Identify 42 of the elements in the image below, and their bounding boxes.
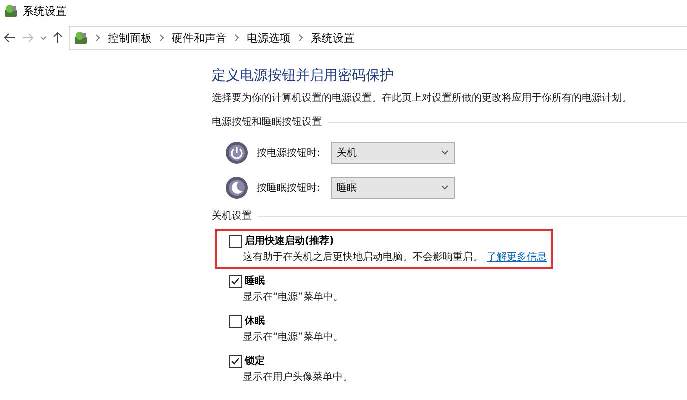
breadcrumb-item[interactable]: 硬件和声音	[172, 30, 227, 46]
chevron-down-icon	[441, 185, 449, 190]
checkbox[interactable]	[229, 354, 242, 368]
dropdown[interactable]: 睡眠	[331, 176, 455, 198]
control-panel-icon	[74, 31, 88, 45]
chevron-right-icon	[298, 34, 304, 42]
setting-label: 按电源按钮时:	[257, 146, 322, 160]
power-icon	[225, 140, 249, 164]
back-arrow-icon[interactable]	[4, 33, 16, 43]
option-description: 显示在用户头像菜单中。	[243, 370, 353, 384]
chevron-right-icon	[159, 34, 165, 42]
option-label: 启用快速启动(推荐)	[245, 234, 334, 248]
breadcrumb-item[interactable]: 系统设置	[311, 30, 355, 46]
checkbox[interactable]	[229, 314, 242, 328]
window-title: 系统设置	[23, 4, 67, 18]
control-panel-icon	[4, 4, 18, 18]
breadcrumb-item[interactable]: 控制面板	[108, 30, 152, 46]
option-label: 睡眠	[245, 274, 265, 288]
chevron-down-icon[interactable]	[40, 36, 47, 40]
chevron-right-icon	[95, 34, 101, 42]
option-label: 锁定	[245, 354, 265, 368]
dropdown[interactable]: 关机	[331, 142, 455, 164]
checkbox[interactable]	[229, 234, 242, 248]
chevron-right-icon	[234, 34, 240, 42]
breadcrumb-item[interactable]: 电源选项	[247, 30, 291, 46]
setting-label: 按睡眠按钮时:	[257, 182, 322, 194]
page-heading: 定义电源按钮并启用密码保护	[212, 67, 395, 85]
checkbox[interactable]	[229, 274, 242, 288]
group-label: 关机设置	[212, 210, 252, 223]
moon-icon	[225, 176, 249, 200]
page-description: 选择要为你的计算机设置的电源设置。在此页上对设置所做的更改将应用于你所有的电源计划。	[212, 92, 632, 105]
chevron-down-icon	[441, 150, 449, 155]
check-icon	[231, 276, 240, 286]
option-description: 显示在“电源”菜单中。	[243, 330, 344, 344]
address-bar[interactable]: 控制面板 硬件和声音 电源选项 系统设置	[69, 26, 687, 50]
option-description: 这有助于在关机之后更快地启动电脑。不会影响重启。	[243, 250, 483, 264]
check-icon	[231, 356, 240, 366]
group-label: 电源按钮和睡眠按钮设置	[212, 116, 322, 129]
option-label: 休眠	[245, 314, 265, 328]
up-arrow-icon[interactable]	[53, 32, 63, 44]
learn-more-link[interactable]: 了解更多信息	[487, 250, 547, 264]
option-description: 显示在“电源”菜单中。	[243, 290, 344, 304]
